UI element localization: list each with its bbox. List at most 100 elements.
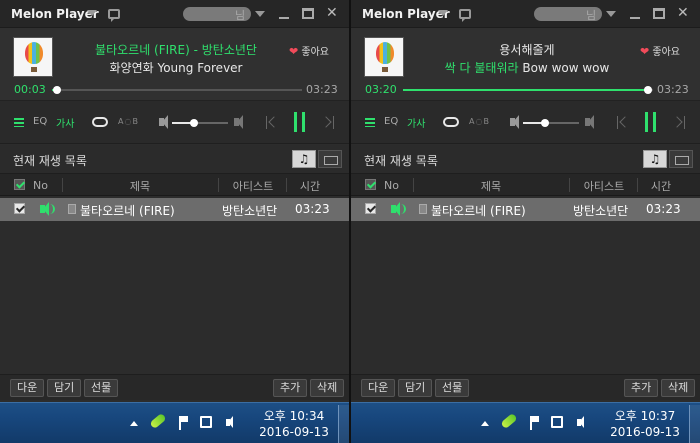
prev-icon[interactable] — [617, 115, 629, 131]
delete-button[interactable]: 삭제 — [310, 379, 345, 397]
song-title-line[interactable]: 불타오르네 (FIRE) - 방탄소년단 — [58, 41, 294, 58]
seek-bar[interactable] — [403, 86, 653, 94]
track-artist[interactable]: 방탄소년단 — [573, 202, 628, 219]
document-icon[interactable] — [419, 204, 427, 214]
album-art[interactable] — [364, 37, 404, 77]
repeat-icon[interactable] — [92, 117, 108, 127]
close-icon[interactable]: ✕ — [326, 6, 338, 20]
title-bar[interactable]: Melon Player 님 ✕ — [0, 0, 349, 28]
add-to-button[interactable]: 담기 — [398, 379, 433, 397]
volume-knob[interactable] — [541, 119, 550, 127]
video-tab-icon[interactable] — [318, 150, 342, 168]
chat-icon[interactable] — [459, 9, 471, 22]
like-button[interactable]: ❤ 좋아요 — [640, 43, 680, 58]
table-row[interactable]: 불타오르네 (FIRE) 방탄소년단 03:23 — [0, 198, 349, 221]
col-time[interactable]: 시간 — [639, 178, 683, 194]
network-icon[interactable] — [551, 416, 563, 428]
like-button[interactable]: ❤ 좋아요 — [289, 43, 329, 58]
menu-arrow-icon[interactable] — [87, 10, 97, 16]
volume-slider[interactable] — [172, 119, 228, 127]
pause-icon[interactable] — [293, 112, 307, 132]
lyrics-button[interactable]: 가사 — [56, 115, 74, 130]
add-button[interactable]: 추가 — [273, 379, 308, 397]
next-icon[interactable] — [322, 115, 334, 131]
volume-slider[interactable] — [523, 119, 579, 127]
download-button[interactable]: 다운 — [10, 379, 45, 397]
show-desktop-button[interactable] — [338, 405, 349, 443]
document-icon[interactable] — [68, 204, 76, 214]
user-menu-arrow-icon[interactable] — [606, 11, 616, 17]
flag-icon[interactable] — [530, 416, 539, 430]
volume-icon[interactable] — [159, 115, 168, 129]
minimize-icon[interactable] — [278, 8, 290, 20]
chat-icon[interactable] — [108, 9, 120, 22]
eq-button[interactable]: EQ — [33, 116, 47, 127]
gift-button[interactable]: 선물 — [84, 379, 119, 397]
menu-arrow-icon[interactable] — [438, 10, 448, 16]
flag-icon[interactable] — [179, 416, 188, 430]
melon-tray-icon[interactable] — [500, 412, 518, 430]
music-tab-icon[interactable]: ♫ — [292, 150, 316, 168]
tray-up-icon[interactable] — [481, 421, 489, 426]
close-icon[interactable]: ✕ — [677, 6, 689, 20]
gift-button[interactable]: 선물 — [435, 379, 470, 397]
title-bar[interactable]: Melon Player 님 ✕ — [351, 0, 700, 28]
clock-date[interactable]: 2016-09-13 — [607, 425, 683, 439]
col-title[interactable]: 제목 — [414, 178, 568, 194]
select-all-checkbox[interactable] — [14, 179, 25, 190]
download-button[interactable]: 다운 — [361, 379, 396, 397]
melon-tray-icon[interactable] — [149, 412, 167, 430]
repeat-icon[interactable] — [443, 117, 459, 127]
music-tab-icon[interactable]: ♫ — [643, 150, 667, 168]
tray-volume-icon[interactable] — [577, 416, 584, 428]
col-title[interactable]: 제목 — [63, 178, 217, 194]
album-art[interactable] — [13, 37, 53, 77]
mini-mode-icon[interactable] — [653, 8, 665, 19]
clock-time[interactable]: 오후 10:37 — [607, 407, 683, 424]
balloon-basket — [31, 67, 37, 72]
volume-icon[interactable] — [510, 115, 519, 129]
ab-repeat-button[interactable]: A◌B — [469, 117, 490, 126]
select-all-checkbox[interactable] — [365, 179, 376, 190]
playlist-body[interactable] — [351, 221, 700, 374]
col-no[interactable]: No — [33, 179, 48, 192]
row-checkbox[interactable] — [365, 203, 376, 214]
lyrics-button[interactable]: 가사 — [407, 115, 425, 130]
volume-knob[interactable] — [190, 119, 199, 127]
clock-time[interactable]: 오후 10:34 — [256, 407, 332, 424]
speaker-wave-icon — [50, 204, 55, 214]
delete-button[interactable]: 삭제 — [661, 379, 696, 397]
track-artist[interactable]: 방탄소년단 — [222, 202, 277, 219]
seek-knob[interactable] — [644, 86, 652, 94]
playlist-body[interactable] — [0, 221, 349, 374]
col-time[interactable]: 시간 — [288, 178, 332, 194]
minimize-icon[interactable] — [629, 8, 641, 20]
col-artist[interactable]: 아티스트 — [220, 178, 286, 194]
ab-repeat-button[interactable]: A◌B — [118, 117, 139, 126]
seek-bar[interactable] — [52, 86, 302, 94]
network-icon[interactable] — [200, 416, 212, 428]
col-no[interactable]: No — [384, 179, 399, 192]
clock-date[interactable]: 2016-09-13 — [256, 425, 332, 439]
show-desktop-button[interactable] — [689, 405, 700, 443]
speaker-icon — [391, 202, 400, 216]
tray-up-icon[interactable] — [130, 421, 138, 426]
row-checkbox[interactable] — [14, 203, 25, 214]
table-row[interactable]: 불타오르네 (FIRE) 방탄소년단 03:23 — [351, 198, 700, 221]
pause-icon[interactable] — [644, 112, 658, 132]
seek-knob[interactable] — [53, 86, 61, 94]
track-title[interactable]: 불타오르네 (FIRE) — [431, 202, 526, 219]
add-button[interactable]: 추가 — [624, 379, 659, 397]
video-tab-icon[interactable] — [669, 150, 693, 168]
eq-button[interactable]: EQ — [384, 116, 398, 127]
prev-icon[interactable] — [266, 115, 278, 131]
tray-volume-icon[interactable] — [226, 416, 233, 428]
playlist-icon[interactable] — [365, 118, 375, 127]
mini-mode-icon[interactable] — [302, 8, 314, 19]
next-icon[interactable] — [673, 115, 685, 131]
add-to-button[interactable]: 담기 — [47, 379, 82, 397]
col-artist[interactable]: 아티스트 — [571, 178, 637, 194]
track-title[interactable]: 불타오르네 (FIRE) — [80, 202, 175, 219]
user-menu-arrow-icon[interactable] — [255, 11, 265, 17]
playlist-icon[interactable] — [14, 118, 24, 127]
